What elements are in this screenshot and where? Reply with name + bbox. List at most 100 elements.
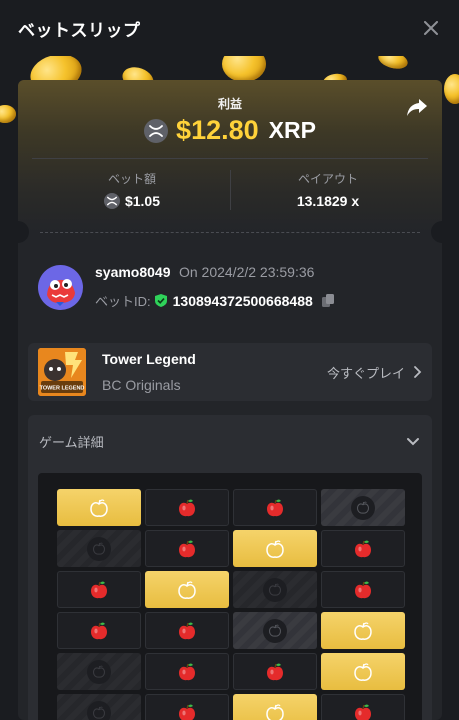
tower-tile-unrevealed[interactable] [233, 571, 317, 608]
username[interactable]: syamo8049 [95, 264, 171, 280]
tower-tile-apple[interactable] [57, 571, 141, 608]
tower-tile-gold[interactable] [145, 571, 229, 608]
tower-tile-apple[interactable] [145, 612, 229, 649]
dashed-divider [40, 232, 420, 233]
profit-amount-row: $12.80 XRP [18, 115, 442, 146]
tile-ring [87, 700, 111, 720]
tower-tile-unrevealed[interactable] [233, 612, 317, 649]
page-title: ベットスリップ [18, 20, 141, 40]
avatar[interactable] [38, 264, 83, 310]
apple-icon [355, 581, 371, 598]
chevron-right-icon [414, 366, 422, 378]
apple-outline-icon [93, 542, 105, 555]
apple-outline-icon [178, 580, 196, 599]
tower-tile-gold[interactable] [321, 653, 405, 690]
bet-id-label: ベットID: [95, 294, 151, 309]
bet-amount-stat: ベット額 $1.05 [32, 170, 232, 209]
apple-icon [355, 704, 371, 720]
game-thumbnail: TOWER LEGEND [38, 348, 86, 396]
apple-icon [267, 663, 283, 680]
tower-tile-unrevealed[interactable] [57, 530, 141, 567]
bet-id-row: ベットID: 130894372500668488 [95, 291, 335, 310]
top-bar: ベットスリップ [0, 0, 459, 56]
bet-amount-label: ベット額 [107, 172, 156, 186]
apple-icon [179, 622, 195, 639]
verified-shield-icon [154, 294, 167, 307]
play-now-link[interactable]: 今すぐプレイ [327, 363, 422, 382]
divider [32, 158, 428, 159]
tower-tile-apple[interactable] [145, 653, 229, 690]
game-details-title: ゲーム詳細 [39, 434, 104, 450]
apple-icon [91, 581, 107, 598]
tower-tile-gold[interactable] [233, 530, 317, 567]
ticket-notch [431, 221, 442, 243]
apple-icon [355, 540, 371, 557]
tower-tile-apple[interactable] [145, 694, 229, 720]
bet-amount-row: $1.05 [32, 193, 232, 209]
user-text: syamo8049 On 2024/2/2 23:59:36 ベットID: 13… [95, 264, 335, 310]
apple-outline-icon [266, 539, 284, 558]
game-details-panel: ゲーム詳細 [28, 415, 432, 720]
share-button[interactable] [404, 94, 430, 120]
apple-icon [179, 663, 195, 680]
chevron-down-icon [407, 437, 419, 445]
apple-outline-icon [90, 498, 108, 517]
profit-currency: XRP [268, 117, 316, 143]
profit-amount: $12.80 [176, 115, 259, 145]
tower-tile-apple[interactable] [145, 489, 229, 526]
payout-label: ペイアウト [297, 172, 358, 186]
game-row[interactable]: TOWER LEGEND Tower Legend BC Originals 今… [28, 343, 432, 401]
game-thumb-text: TOWER LEGEND [40, 386, 85, 392]
bet-date: On 2024/2/2 23:59:36 [178, 264, 315, 280]
tile-ring [87, 536, 111, 561]
apple-outline-icon [93, 665, 105, 678]
game-text: Tower Legend BC Originals [102, 351, 196, 393]
tower-tile-gold[interactable] [57, 489, 141, 526]
tower-tile-gold[interactable] [321, 612, 405, 649]
tile-ring [263, 618, 287, 643]
payout-value: 13.1829 x [296, 193, 360, 209]
share-icon [407, 99, 427, 116]
user-info: syamo8049 On 2024/2/2 23:59:36 ベットID: 13… [38, 264, 335, 310]
coin-decoration-item [444, 74, 459, 104]
close-button[interactable] [419, 16, 443, 40]
tower-tile-unrevealed[interactable] [57, 653, 141, 690]
game-provider: BC Originals [102, 377, 181, 393]
coin-decoration-item [0, 105, 16, 123]
apple-outline-icon [269, 624, 281, 637]
profit-panel: 利益 $12.80 XRP ベット額 $1.05 ペイアウト 13.1829 x [18, 80, 442, 232]
copy-button[interactable] [321, 293, 335, 308]
xrp-icon [103, 193, 120, 209]
tower-tile-unrevealed[interactable] [321, 489, 405, 526]
tower-tile-apple[interactable] [321, 571, 405, 608]
tower-tile-apple[interactable] [145, 530, 229, 567]
apple-outline-icon [93, 706, 105, 719]
apple-icon [179, 499, 195, 516]
apple-outline-icon [266, 703, 284, 720]
tower-grid [57, 489, 405, 720]
tower-tile-apple[interactable] [233, 489, 317, 526]
tower-board [38, 473, 422, 720]
profit-label: 利益 [217, 97, 242, 111]
apple-icon [179, 540, 195, 557]
tower-tile-apple[interactable] [233, 653, 317, 690]
apple-outline-icon [269, 583, 281, 596]
bet-id-value: 130894372500668488 [172, 292, 313, 309]
tower-tile-unrevealed[interactable] [57, 694, 141, 720]
tower-tile-gold[interactable] [233, 694, 317, 720]
play-now-label: 今すぐプレイ [326, 365, 405, 381]
tower-tile-apple[interactable] [321, 694, 405, 720]
apple-outline-icon [354, 662, 372, 681]
payout-stat: ペイアウト 13.1829 x [228, 170, 428, 209]
bet-amount-value: $1.05 [124, 193, 161, 209]
tower-tile-apple[interactable] [57, 612, 141, 649]
apple-icon [267, 499, 283, 516]
copy-icon [321, 294, 334, 307]
apple-outline-icon [354, 621, 372, 640]
apple-icon [179, 704, 195, 720]
apple-icon [91, 622, 107, 639]
tower-tile-apple[interactable] [321, 530, 405, 567]
game-details-toggle[interactable]: ゲーム詳細 [28, 415, 432, 467]
tile-ring [351, 495, 375, 520]
tile-ring [87, 659, 111, 684]
